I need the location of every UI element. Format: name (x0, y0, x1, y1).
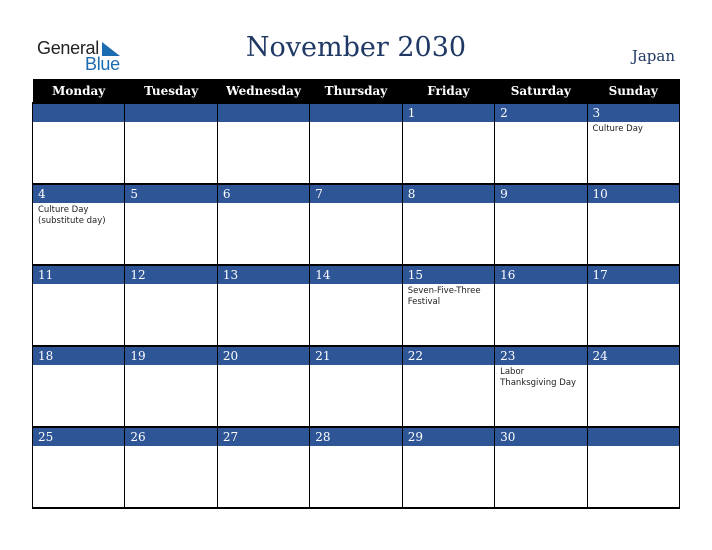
week-date-row: 11 12 13 14 15 16 17 (31, 264, 681, 284)
weekday-monday: Monday (32, 79, 125, 103)
day-cell[interactable] (309, 122, 403, 184)
day-cell[interactable] (31, 284, 126, 346)
day-number: 12 (124, 264, 218, 284)
day-cell[interactable] (586, 284, 681, 346)
day-cell[interactable] (216, 446, 311, 509)
day-cell[interactable] (124, 284, 218, 346)
day-cell[interactable]: Labor Thanksgiving Day (494, 365, 588, 427)
day-cell[interactable] (216, 284, 311, 346)
weekday-wednesday: Wednesday (217, 79, 310, 103)
day-number: 15 (401, 264, 496, 284)
day-number: 1 (401, 102, 496, 122)
day-number: 28 (309, 426, 403, 446)
week-date-row: 123 (31, 102, 681, 122)
day-cell[interactable] (586, 365, 681, 427)
calendar-grid: Monday Tuesday Wednesday Thursday Friday… (31, 79, 681, 509)
weekday-sunday: Sunday (587, 79, 680, 103)
day-number: 13 (216, 264, 311, 284)
day-number (586, 426, 681, 446)
weekday-friday: Friday (402, 79, 495, 103)
day-cell[interactable] (494, 122, 588, 184)
day-number (216, 102, 311, 122)
day-cell[interactable] (309, 203, 403, 265)
day-cell[interactable] (124, 365, 218, 427)
day-cell[interactable] (309, 446, 403, 509)
day-cell[interactable] (124, 122, 218, 184)
week-event-row: Culture Day (31, 122, 681, 184)
day-cell[interactable] (401, 446, 496, 509)
week-event-row: Culture Day (substitute day) (31, 203, 681, 265)
week-event-row: Seven-Five-Three Festival (31, 284, 681, 346)
day-number: 7 (309, 183, 403, 203)
weekday-tuesday: Tuesday (124, 79, 218, 103)
day-number: 24 (586, 345, 681, 365)
holiday-label: Culture Day (substitute day) (38, 205, 106, 226)
day-cell[interactable] (494, 203, 588, 265)
day-number: 6 (216, 183, 311, 203)
day-number: 18 (31, 345, 126, 365)
day-number: 21 (309, 345, 403, 365)
day-number (309, 102, 403, 122)
day-cell[interactable] (309, 284, 403, 346)
day-number: 17 (586, 264, 681, 284)
country-label: Japan (631, 47, 675, 65)
holiday-label: Labor Thanksgiving Day (500, 367, 577, 388)
day-cell[interactable] (494, 446, 588, 509)
holiday-label: Seven-Five-Three Festival (407, 286, 481, 307)
day-cell[interactable] (216, 122, 311, 184)
day-number: 10 (586, 183, 681, 203)
day-number: 29 (401, 426, 496, 446)
weekday-header-row: Monday Tuesday Wednesday Thursday Friday… (32, 79, 680, 103)
day-number: 23 (494, 345, 588, 365)
day-cell[interactable]: Culture Day (substitute day) (31, 203, 126, 265)
day-cell[interactable] (216, 365, 311, 427)
day-number: 11 (31, 264, 126, 284)
day-cell[interactable] (31, 446, 126, 509)
day-cell[interactable] (494, 284, 588, 346)
day-cell[interactable] (124, 446, 218, 509)
day-number: 30 (494, 426, 588, 446)
day-cell[interactable] (31, 122, 126, 184)
week-date-row: 25 26 27 28 29 30 (31, 426, 681, 446)
day-cell[interactable] (31, 365, 126, 427)
day-number: 14 (309, 264, 403, 284)
day-cell[interactable] (216, 203, 311, 265)
day-cell[interactable] (124, 203, 218, 265)
day-cell[interactable] (401, 365, 496, 427)
day-number (124, 102, 218, 122)
day-number: 27 (216, 426, 311, 446)
day-number: 22 (401, 345, 496, 365)
day-cell[interactable] (586, 203, 681, 265)
week-event-row: Labor Thanksgiving Day (31, 365, 681, 427)
day-number: 4 (31, 183, 126, 203)
day-cell[interactable] (309, 365, 403, 427)
week-date-row: 18 19 20 21 22 23 24 (31, 345, 681, 365)
day-cell[interactable]: Seven-Five-Three Festival (401, 284, 496, 346)
day-cell[interactable] (586, 446, 681, 509)
day-number: 9 (494, 183, 588, 203)
day-number: 3 (586, 102, 681, 122)
day-cell[interactable]: Culture Day (586, 122, 681, 184)
weekday-saturday: Saturday (494, 79, 588, 103)
day-number: 16 (494, 264, 588, 284)
day-number: 26 (124, 426, 218, 446)
day-number: 2 (494, 102, 588, 122)
week-date-row: 4 5 6 7 8 9 10 (31, 183, 681, 203)
day-number: 8 (401, 183, 496, 203)
day-number: 20 (216, 345, 311, 365)
day-number: 19 (124, 345, 218, 365)
day-number: 25 (31, 426, 126, 446)
day-number (31, 102, 126, 122)
weekday-thursday: Thursday (309, 79, 403, 103)
day-cell[interactable] (401, 203, 496, 265)
holiday-label: Culture Day (592, 124, 643, 134)
day-number: 5 (124, 183, 218, 203)
calendar-title: November 2030 (245, 32, 467, 63)
day-cell[interactable] (401, 122, 496, 184)
week-event-row (31, 446, 681, 509)
